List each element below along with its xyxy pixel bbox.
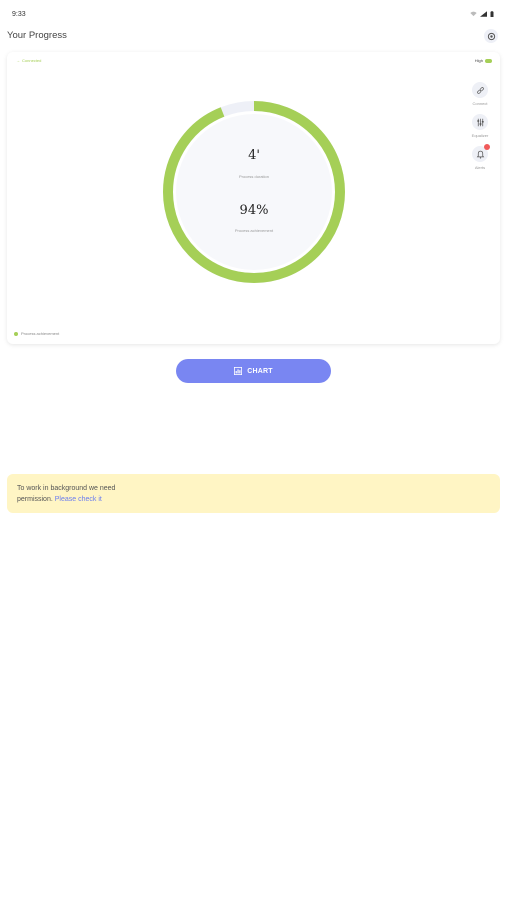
wifi-icon (470, 11, 477, 17)
permission-notice: To work in background we need permission… (7, 474, 500, 513)
notice-line-1: To work in background we need (17, 485, 116, 492)
process-duration-label: Process duration (238, 174, 269, 179)
process-percent-label: Process achievement (234, 228, 274, 233)
side-actions: Connect Equalizer Alerts (468, 82, 492, 178)
battery-icon (490, 11, 494, 17)
notification-badge (484, 144, 490, 150)
signal-icon (480, 11, 487, 17)
progress-card: → Connected High 4' Process duration 94%… (7, 52, 500, 344)
status-time: 9:33 (12, 11, 26, 18)
alerts-action[interactable]: Alerts (472, 144, 490, 170)
notice-text: permission. (17, 496, 53, 503)
equalizer-action[interactable]: Equalizer (471, 114, 489, 138)
connect-action[interactable]: Connect (472, 82, 488, 106)
chart-button[interactable]: CHART (176, 359, 331, 383)
settings-button[interactable] (484, 29, 498, 43)
legend-label: Process achievement (21, 331, 60, 336)
equalizer-icon (476, 118, 484, 126)
connection-status-label: Connected (22, 58, 42, 63)
progress-ring-center (176, 114, 332, 270)
level-indicator: High (475, 58, 492, 63)
app-bar: Your Progress (0, 28, 506, 48)
chart-button-label: CHART (247, 367, 273, 375)
check-permission-link[interactable]: Please check it (55, 496, 102, 503)
chart-icon (234, 367, 243, 375)
connect-label: Connect (472, 101, 488, 106)
equalizer-label: Equalizer (471, 133, 489, 138)
equalizer-button[interactable] (472, 114, 488, 130)
page-title: Your Progress (7, 30, 67, 41)
bell-icon (476, 150, 484, 159)
connection-status: → Connected (16, 58, 41, 63)
alerts-button[interactable] (472, 144, 490, 162)
alerts-label: Alerts (474, 165, 486, 170)
link-icon (476, 86, 484, 94)
process-percent-value: 94% (239, 203, 269, 218)
connect-button[interactable] (472, 82, 488, 98)
legend-dot (14, 331, 18, 336)
progress-ring: 4' Process duration 94% Process achievem… (162, 100, 346, 284)
process-duration-value: 4' (248, 148, 260, 163)
level-label: High (474, 58, 483, 63)
status-bar: 9:33 (0, 0, 506, 28)
level-pill (485, 58, 492, 63)
notice-line-2: permission. Please check it (17, 494, 490, 505)
arrow-right-icon: → (16, 58, 20, 63)
legend: Process achievement (14, 331, 59, 336)
status-icons (470, 11, 494, 17)
gear-icon (487, 32, 495, 40)
